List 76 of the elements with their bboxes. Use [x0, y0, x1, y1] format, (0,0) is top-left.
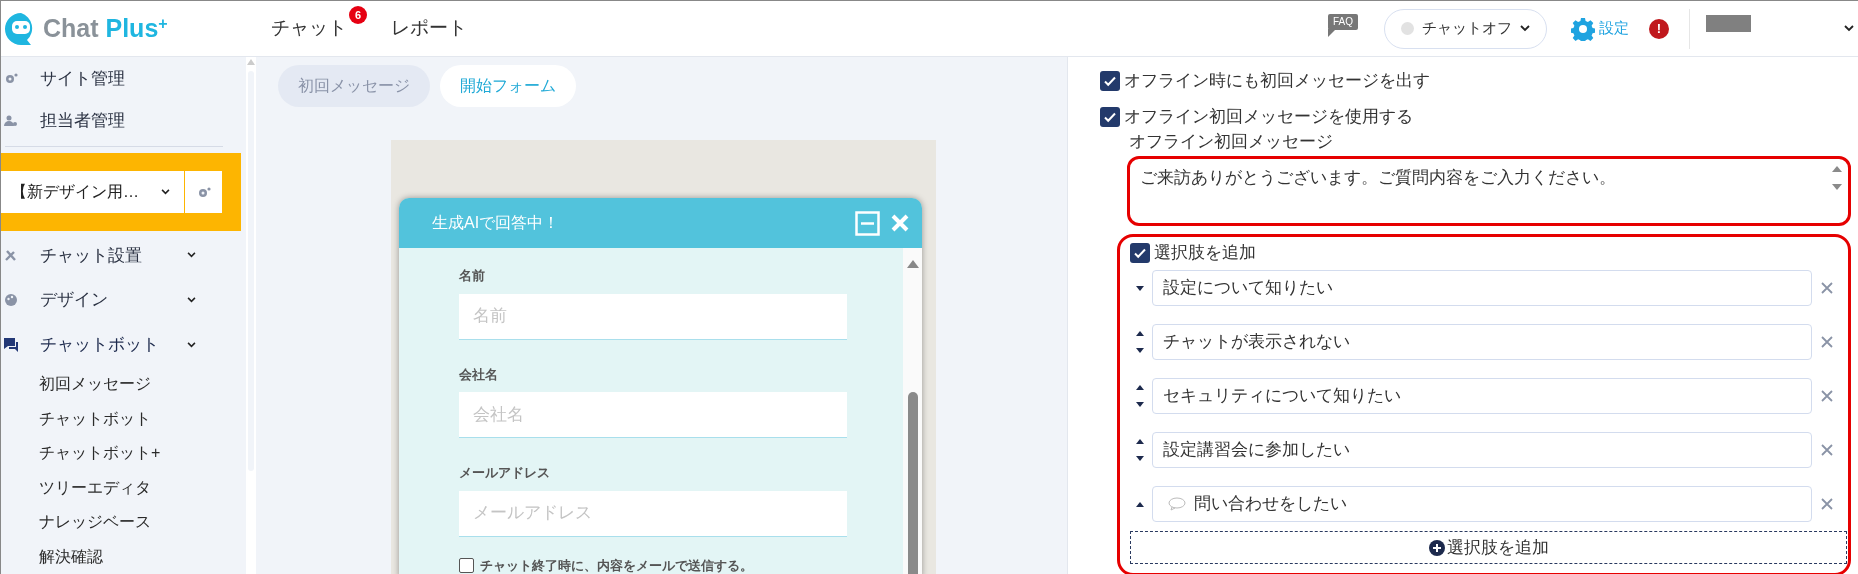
chat-status-dropdown[interactable]: チャットオフ: [1384, 8, 1547, 49]
users-icon: [4, 114, 18, 129]
move-down-icon[interactable]: [1136, 285, 1144, 291]
scroll-arrows-icon[interactable]: [1832, 165, 1842, 191]
input-field[interactable]: 会社名: [459, 392, 847, 438]
field-label: オフライン初回メッセージ: [1128, 131, 1334, 153]
checkmark-icon: [1103, 110, 1117, 124]
sidebar-item[interactable]: 担当者管理: [1, 99, 246, 143]
chevron-down-icon: [161, 189, 170, 196]
sidebar-item[interactable]: チャットボット: [1, 322, 246, 368]
tools-icon: [4, 248, 18, 263]
message-textarea[interactable]: ご来訪ありがとうございます。ご質問内容をご入力ください。: [1130, 159, 1848, 223]
remove-icon[interactable]: [1821, 282, 1833, 294]
move-up-icon[interactable]: [1136, 331, 1144, 336]
alert-badge[interactable]: !: [1649, 18, 1669, 39]
field-label: 会社名: [459, 365, 499, 384]
move-down-icon[interactable]: [1136, 348, 1144, 353]
chevron-down-icon: [187, 252, 196, 259]
chevron-down-icon: [187, 297, 196, 304]
checkbox[interactable]: [459, 557, 474, 573]
site-dropdown[interactable]: 【新デザイン用…: [1, 171, 184, 214]
chevron-down-icon: [187, 341, 196, 348]
input-field[interactable]: セキュリティについて知りたい: [1152, 378, 1812, 414]
checkbox[interactable]: [1100, 71, 1120, 91]
sidebar-subitem[interactable]: チャットボット+: [1, 436, 246, 471]
sidebar-item[interactable]: デザイン: [1, 277, 246, 323]
remove-icon[interactable]: [1821, 444, 1833, 456]
move-up-icon[interactable]: [1136, 501, 1144, 507]
gear-icon: [1571, 16, 1595, 41]
checkbox-label: チャット終了時に、内容をメールで送信する。: [480, 556, 753, 574]
remove-icon[interactable]: [1821, 390, 1833, 402]
sidebar-subitem[interactable]: ツリーエディタ: [1, 470, 246, 506]
site-settings-button[interactable]: [185, 171, 222, 214]
input-field[interactable]: 問い合わせをしたい: [1152, 486, 1812, 522]
sidebar-subitem[interactable]: チャットボット: [1, 401, 246, 437]
input-field[interactable]: 設定講習会に参加したい: [1152, 432, 1812, 468]
checkbox-label: 選択肢を追加: [1154, 242, 1256, 265]
checkbox[interactable]: [1130, 243, 1150, 263]
move-up-icon[interactable]: [1136, 439, 1144, 444]
gear-icon: [196, 185, 211, 200]
nav-link[interactable]: チャット: [271, 14, 347, 43]
input-field[interactable]: メールアドレス: [459, 490, 847, 537]
input-field[interactable]: 設定について知りたい: [1152, 270, 1812, 306]
remove-icon[interactable]: [1821, 498, 1833, 510]
sidebar-item[interactable]: サイト管理: [1, 57, 246, 100]
sidebar-subitem[interactable]: 初回メッセージ: [1, 367, 246, 402]
chevron-down-icon[interactable]: [1844, 25, 1854, 32]
move-down-icon[interactable]: [1136, 456, 1144, 461]
checkbox-label: オフライン初回メッセージを使用する: [1124, 106, 1413, 129]
sidebar-item[interactable]: チャット設置: [1, 233, 246, 278]
checkbox[interactable]: [1100, 107, 1120, 127]
nav-link[interactable]: レポート: [391, 14, 467, 43]
palette-icon: [4, 293, 18, 308]
input-field[interactable]: チャットが表示されない: [1152, 324, 1812, 360]
remove-icon[interactable]: [1821, 336, 1833, 348]
speech-bubble-icon: [1168, 497, 1186, 511]
sidebar-subitem[interactable]: ナレッジベース: [1, 505, 246, 540]
gear-icon: [4, 71, 18, 86]
widget-title: 生成AIで回答中！: [432, 213, 561, 233]
input-field[interactable]: 名前: [459, 293, 847, 340]
move-up-icon[interactable]: [1136, 385, 1144, 390]
plus-icon: [1428, 539, 1445, 556]
redacted-user-name: [1706, 15, 1751, 32]
sidebar-subitem[interactable]: 解決確認: [1, 539, 246, 574]
chat-bubbles-icon: [4, 337, 18, 352]
scroll-up-icon[interactable]: [906, 260, 919, 268]
chevron-down-icon: [1520, 25, 1530, 32]
field-label: 名前: [459, 267, 486, 285]
field-label: メールアドレス: [459, 464, 551, 482]
checkbox-label: オフライン時にも初回メッセージを出す: [1124, 70, 1430, 93]
count-badge: 6: [349, 6, 367, 25]
checkmark-icon: [1103, 74, 1117, 88]
add-choice-button[interactable]: 選択肢を追加: [1130, 531, 1847, 564]
checkmark-icon: [1133, 246, 1147, 260]
logo-text: Chat Plus$^{+}$: [43, 12, 168, 44]
move-down-icon[interactable]: [1136, 402, 1144, 407]
